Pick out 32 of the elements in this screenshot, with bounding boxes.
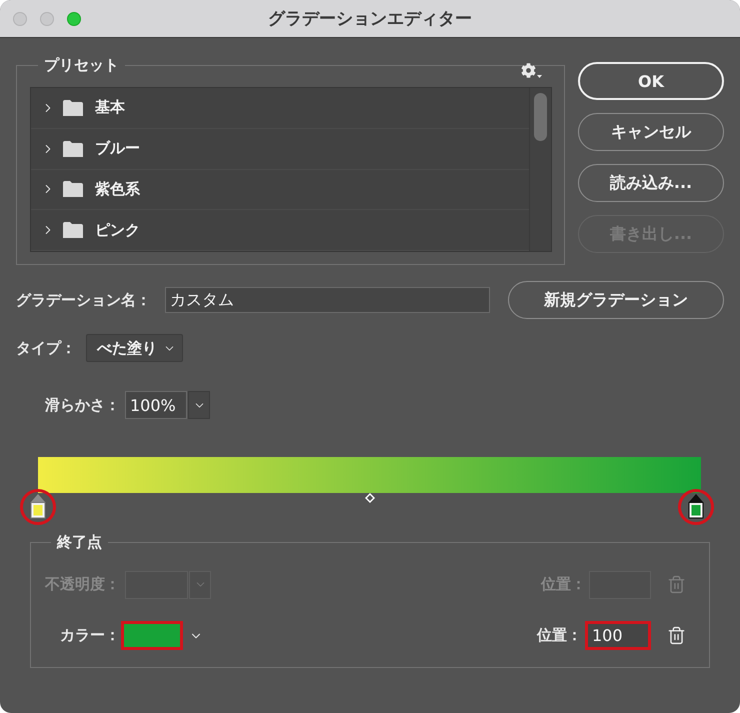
new-gradient-button[interactable]: 新規グラデーション xyxy=(508,281,724,319)
field-label: カラー： xyxy=(59,626,120,645)
dialog-button[interactable]: キャンセル xyxy=(578,113,724,151)
folder-icon xyxy=(63,100,83,116)
folder-icon xyxy=(63,140,83,157)
scrollbar-thumb[interactable] xyxy=(534,93,547,141)
location-input-field[interactable]: 100 xyxy=(585,621,651,650)
name-input-field[interactable]: カスタム xyxy=(165,287,490,313)
dialog-button[interactable]: OK xyxy=(578,62,724,100)
gear-icon[interactable] xyxy=(521,63,542,78)
group-title: プリセット xyxy=(43,55,120,75)
preset-folder-name[interactable]: ピンク xyxy=(95,220,140,240)
color-stop-icon[interactable] xyxy=(688,494,704,519)
folder-icon xyxy=(63,181,83,198)
field-label: グラデーション名： xyxy=(16,290,152,310)
location-label: 位置： xyxy=(537,626,582,645)
dialog-button[interactable]: 読み込み... xyxy=(578,164,724,202)
group-title: 終了点 xyxy=(56,532,103,552)
preset-folder-name[interactable]: ブルー xyxy=(95,139,140,158)
window-title: グラデーションエディター xyxy=(268,8,472,30)
preset-folder-name[interactable]: 基本 xyxy=(95,98,125,118)
zoom-icon[interactable] xyxy=(67,12,81,26)
field-label: 滑らかさ： xyxy=(45,396,121,414)
type-dropdown[interactable]: べた塗り xyxy=(86,334,183,362)
preset-folder-name[interactable]: 紫色系 xyxy=(95,180,140,199)
field-label: タイプ： xyxy=(16,338,77,358)
dropdown-button[interactable] xyxy=(188,391,210,419)
folder-icon xyxy=(63,222,83,238)
trash-icon[interactable] xyxy=(667,626,686,645)
color-swatch[interactable] xyxy=(121,621,183,650)
smoothness-input-field[interactable]: 100% xyxy=(125,391,187,419)
color-stop-icon[interactable] xyxy=(30,494,46,519)
